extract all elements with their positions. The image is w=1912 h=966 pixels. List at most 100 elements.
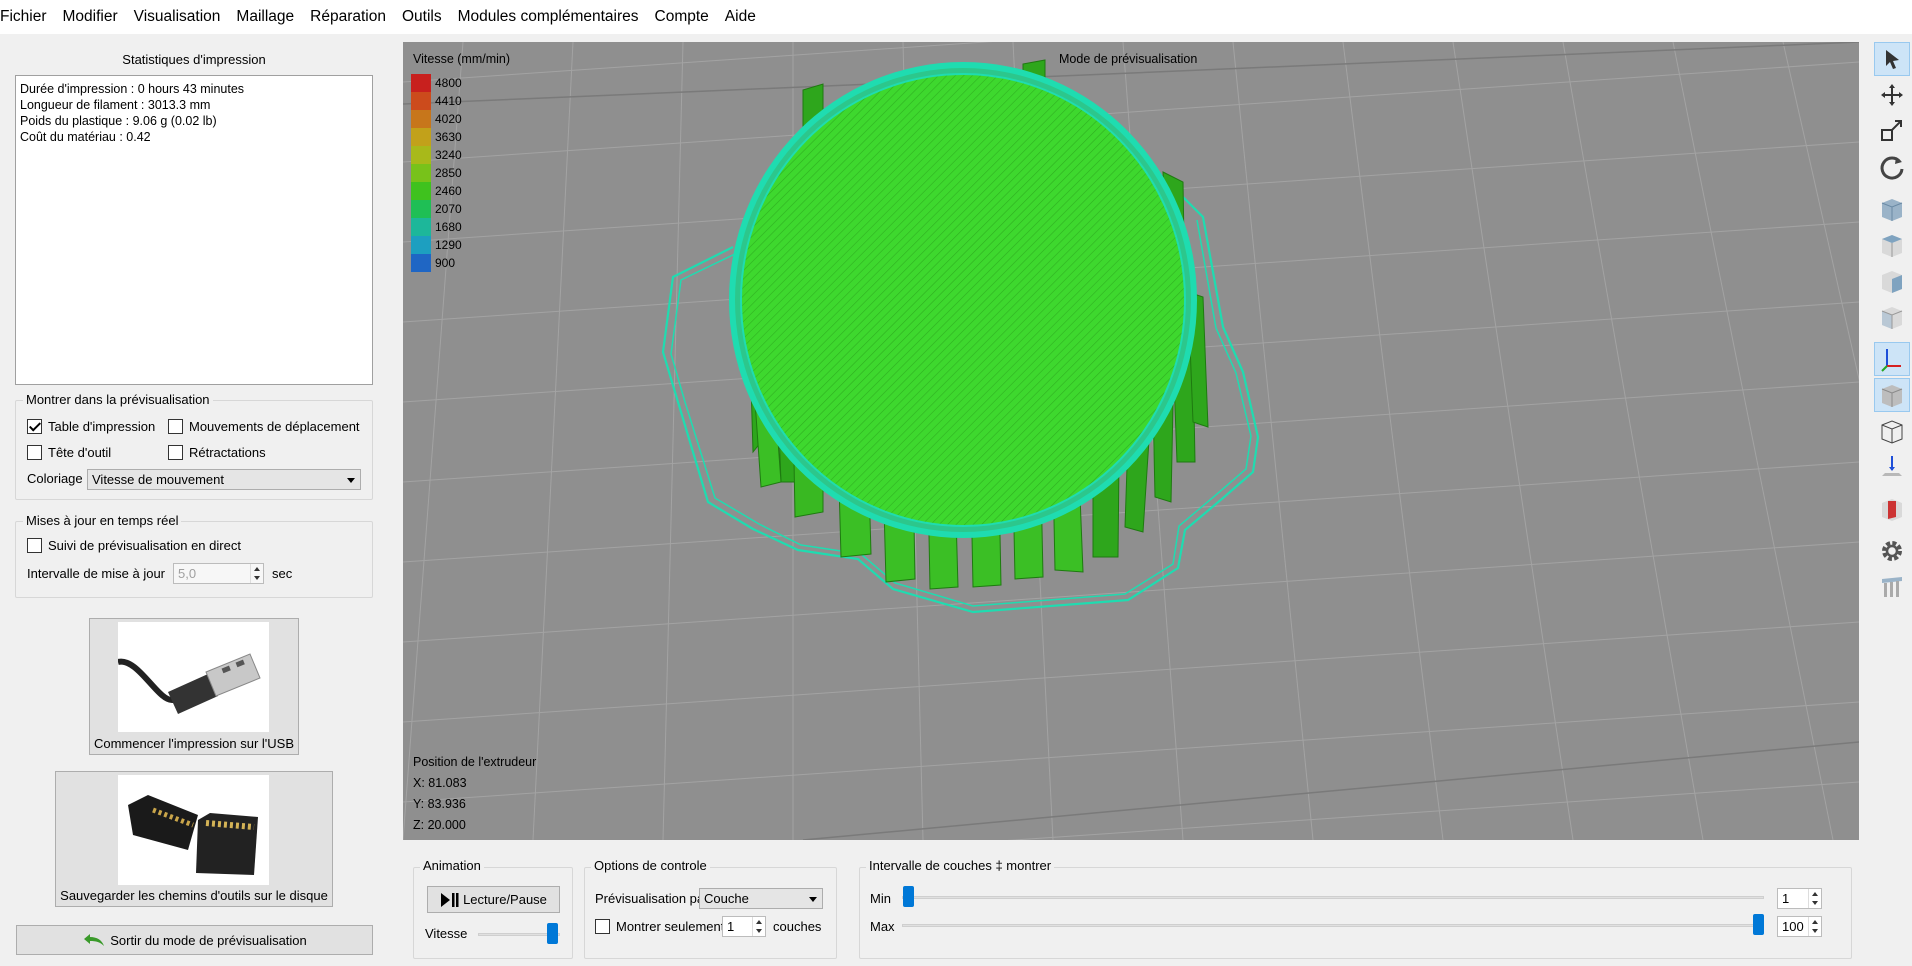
min-layer-slider[interactable] — [902, 896, 1764, 899]
legend-entry: 4410 — [411, 92, 462, 110]
preview-viewport[interactable]: Vitesse (mm/min) Mode de prévisualisatio… — [403, 42, 1859, 840]
speed-legend: 4800 4410 4020 3630 3240 2850 2460 2070 … — [411, 74, 462, 272]
settings-button[interactable] — [1874, 534, 1910, 568]
tool-head-checkbox[interactable] — [27, 445, 42, 460]
show-only-checkbox[interactable] — [595, 919, 610, 934]
move-tool-button[interactable] — [1874, 78, 1910, 112]
usb-cable-image — [117, 622, 269, 732]
menu-maillage[interactable]: Maillage — [228, 0, 302, 34]
menu-reparation[interactable]: Réparation — [302, 0, 394, 34]
view-front-button[interactable] — [1874, 192, 1910, 226]
control-options-group: Options de controle Prévisualisation par… — [584, 858, 837, 959]
travel-moves-checkbox[interactable] — [168, 419, 183, 434]
coloring-select[interactable]: Vitesse de mouvement — [87, 469, 361, 490]
section-view-button[interactable] — [1874, 492, 1910, 526]
menu-outils[interactable]: Outils — [394, 0, 450, 34]
animation-title: Animation — [420, 858, 484, 873]
legend-swatch — [411, 254, 431, 272]
axes-icon — [1881, 349, 1901, 372]
tool-head-option[interactable]: Tête d'outil — [27, 445, 111, 460]
live-preview-checkbox[interactable] — [27, 538, 42, 553]
wireframe-view-button[interactable] — [1874, 414, 1910, 448]
interval-spinbox[interactable]: 5,0 — [173, 563, 264, 584]
rotate-tool-button[interactable] — [1874, 150, 1910, 184]
exit-preview-label: Sortir du mode de prévisualisation — [110, 932, 307, 948]
menu-compte[interactable]: Compte — [647, 0, 717, 34]
preview-by-select[interactable]: Couche — [699, 888, 823, 909]
extruder-x: X: 81.083 — [413, 776, 467, 790]
show-only-spinbox[interactable]: 1 — [722, 916, 766, 937]
realtime-title: Mises à jour en temps réel — [23, 513, 182, 528]
legend-swatch — [411, 182, 431, 200]
legend-label: 2070 — [435, 202, 462, 216]
travel-moves-option[interactable]: Mouvements de déplacement — [168, 419, 360, 434]
retractions-option[interactable]: Rétractations — [168, 445, 266, 460]
preview-by-label: Prévisualisation par — [595, 891, 709, 906]
cube-front-icon — [1881, 199, 1903, 221]
print-bed-checkbox[interactable] — [27, 419, 42, 434]
menu-modifier[interactable]: Modifier — [55, 0, 126, 34]
play-pause-icon — [441, 892, 459, 907]
usb-print-label: Commencer l'impression sur l'USB — [93, 736, 294, 751]
show-axes-button[interactable] — [1874, 342, 1910, 376]
view-left-button[interactable] — [1874, 264, 1910, 298]
menu-visualisation[interactable]: Visualisation — [126, 0, 229, 34]
legend-label: 4020 — [435, 112, 462, 126]
show-only-option[interactable]: Montrer seulement — [595, 919, 724, 934]
drop-icon — [1882, 456, 1902, 476]
legend-entry: 2460 — [411, 182, 462, 200]
extruder-y: Y: 83.936 — [413, 797, 466, 811]
max-layer-spinbox[interactable]: 100 — [1777, 916, 1822, 937]
rotate-icon — [1880, 156, 1904, 180]
stats-box: Durée d'impression : 0 hours 43 minutes … — [15, 75, 373, 385]
supports-button[interactable] — [1874, 570, 1910, 604]
play-pause-button[interactable]: Lecture/Pause — [427, 886, 560, 913]
view-top-button[interactable] — [1874, 228, 1910, 262]
control-options-title: Options de controle — [591, 858, 710, 873]
drop-to-bed-button[interactable] — [1874, 450, 1910, 484]
stat-duration: Durée d'impression : 0 hours 43 minutes — [20, 82, 245, 96]
min-layer-label: Min — [870, 891, 891, 906]
legend-label: 4410 — [435, 94, 462, 108]
legend-swatch — [411, 146, 431, 164]
legend-entry: 3240 — [411, 146, 462, 164]
preview-by-value: Couche — [704, 891, 749, 906]
legend-swatch — [411, 164, 431, 182]
retractions-checkbox[interactable] — [168, 445, 183, 460]
stats-title: Statistiques d'impression — [122, 52, 266, 67]
layers-unit-label: couches — [773, 919, 822, 934]
preview-show-title: Montrer dans la prévisualisation — [23, 392, 213, 407]
legend-swatch — [411, 74, 431, 92]
right-toolbar — [1872, 42, 1912, 622]
max-layer-slider-handle[interactable] — [1753, 914, 1764, 935]
interval-label: Intervalle de mise à jour — [27, 566, 166, 581]
spin-arrows-icon — [1808, 889, 1821, 908]
menu-modules[interactable]: Modules complémentaires — [450, 0, 647, 34]
show-only-label: Montrer seulement — [616, 919, 725, 934]
speed-slider-handle[interactable] — [546, 923, 558, 944]
select-tool-button[interactable] — [1874, 42, 1910, 76]
legend-label: 2850 — [435, 166, 462, 180]
usb-print-button[interactable]: Commencer l'impression sur l'USB — [89, 618, 299, 755]
min-layer-slider-handle[interactable] — [903, 886, 914, 907]
extruder-title: Position de l'extrudeur — [413, 755, 537, 769]
min-layer-spinbox[interactable]: 1 — [1777, 888, 1822, 909]
scale-tool-button[interactable] — [1874, 114, 1910, 148]
view-right-button[interactable] — [1874, 300, 1910, 334]
chevron-down-icon — [809, 897, 817, 902]
print-bed-option[interactable]: Table d'impression — [27, 419, 155, 434]
save-toolpaths-button[interactable]: Sauvegarder les chemins d'outils sur le … — [55, 771, 333, 907]
exit-preview-button[interactable]: Sortir du mode de prévisualisation — [16, 925, 373, 955]
solid-view-button[interactable] — [1874, 378, 1910, 412]
live-preview-option[interactable]: Suivi de prévisualisation en direct — [27, 538, 241, 553]
scale-icon — [1881, 120, 1902, 141]
legend-label: 1290 — [435, 238, 462, 252]
max-layer-value: 100 — [1782, 919, 1804, 934]
menu-fichier[interactable]: Fichier — [0, 0, 55, 34]
menu-aide[interactable]: Aide — [717, 0, 764, 34]
interval-value: 5,0 — [178, 566, 197, 581]
max-layer-slider[interactable] — [902, 924, 1764, 927]
legend-swatch — [411, 218, 431, 236]
extruder-z: Z: 20.000 — [413, 818, 466, 832]
min-layer-value: 1 — [1782, 891, 1790, 906]
